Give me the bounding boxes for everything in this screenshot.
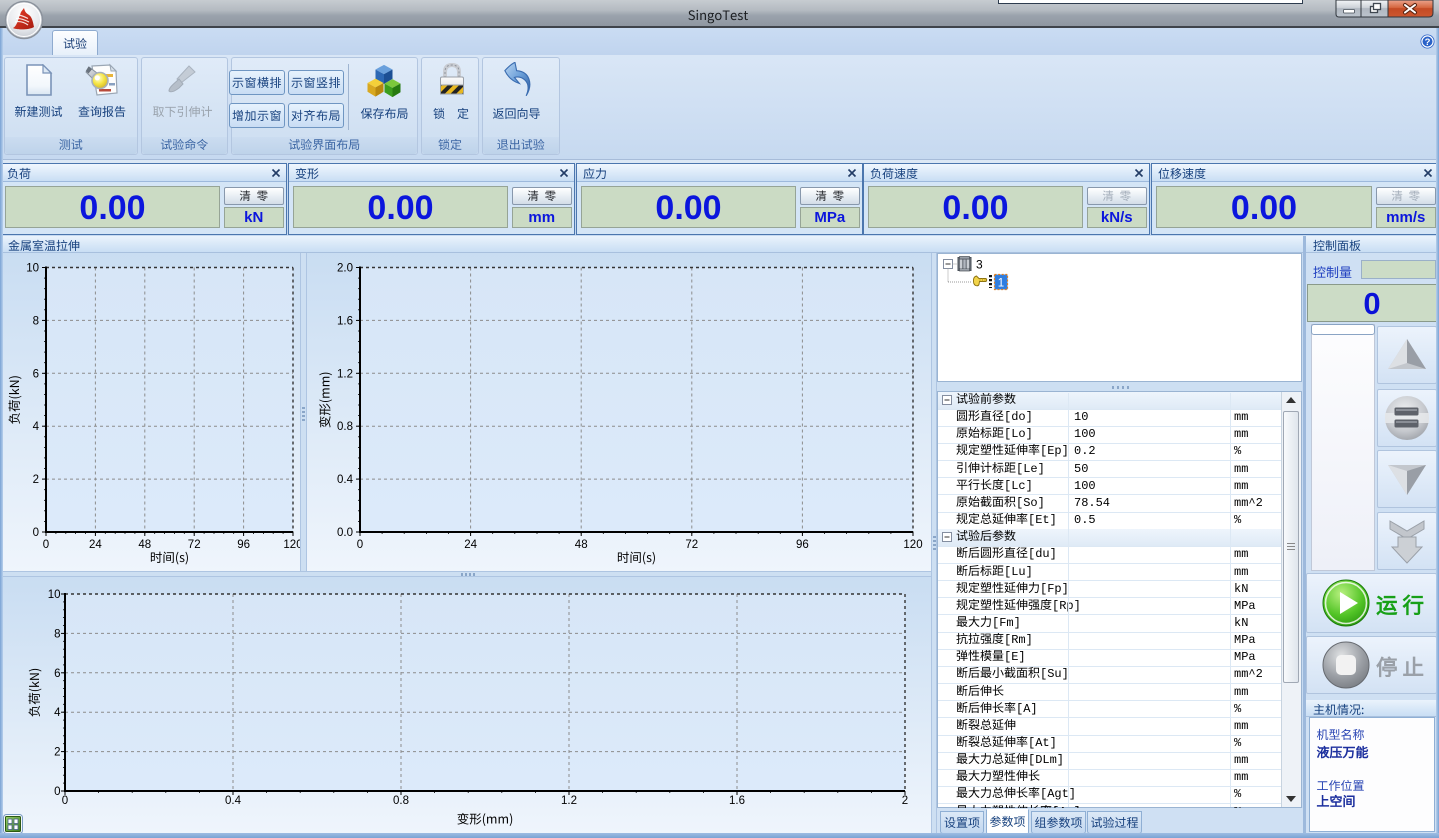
svg-text:72: 72 <box>188 539 201 551</box>
svg-text:0: 0 <box>62 795 68 807</box>
svg-text:0.4: 0.4 <box>225 795 242 807</box>
svg-text:8: 8 <box>54 628 60 640</box>
svg-text:0: 0 <box>357 539 363 551</box>
svg-text:0.8: 0.8 <box>337 421 353 433</box>
svg-text:72: 72 <box>685 539 698 551</box>
svg-text:24: 24 <box>464 539 477 551</box>
svg-text:4: 4 <box>54 707 61 719</box>
svg-text:10: 10 <box>26 262 39 274</box>
svg-text:时间(s): 时间(s) <box>617 547 656 566</box>
svg-text:0.0: 0.0 <box>337 527 353 539</box>
svg-text:1.6: 1.6 <box>337 315 353 327</box>
svg-text:1.6: 1.6 <box>729 795 745 807</box>
svg-text:120: 120 <box>903 539 922 551</box>
svg-text:1: 1 <box>998 278 1004 290</box>
svg-text:变形(mm): 变形(mm) <box>457 809 514 828</box>
svg-text:24: 24 <box>89 539 102 551</box>
svg-text:48: 48 <box>575 539 588 551</box>
svg-text:负荷(kN): 负荷(kN) <box>4 375 23 424</box>
svg-text:2: 2 <box>33 474 39 486</box>
svg-text:96: 96 <box>237 539 250 551</box>
svg-text:6: 6 <box>54 668 60 680</box>
svg-text:6: 6 <box>33 368 39 380</box>
svg-text:4: 4 <box>33 421 40 433</box>
svg-text:8: 8 <box>33 315 39 327</box>
svg-text:1.2: 1.2 <box>561 795 577 807</box>
svg-text:0.4: 0.4 <box>337 474 354 486</box>
svg-text:3: 3 <box>976 258 983 272</box>
svg-text:96: 96 <box>796 539 809 551</box>
svg-text:0: 0 <box>43 539 49 551</box>
svg-text:负荷(kN): 负荷(kN) <box>24 668 43 717</box>
svg-text:时间(s): 时间(s) <box>150 547 189 566</box>
svg-text:1.2: 1.2 <box>337 368 353 380</box>
svg-text:?: ? <box>1425 37 1431 48</box>
svg-text:2: 2 <box>902 795 908 807</box>
svg-text:0: 0 <box>33 527 39 539</box>
svg-text:变形(mm): 变形(mm) <box>315 371 334 428</box>
svg-text:0: 0 <box>54 786 60 798</box>
svg-text:2: 2 <box>54 747 60 759</box>
svg-text:0.8: 0.8 <box>393 795 409 807</box>
svg-text:10: 10 <box>48 589 61 601</box>
svg-text:2.0: 2.0 <box>337 262 353 274</box>
